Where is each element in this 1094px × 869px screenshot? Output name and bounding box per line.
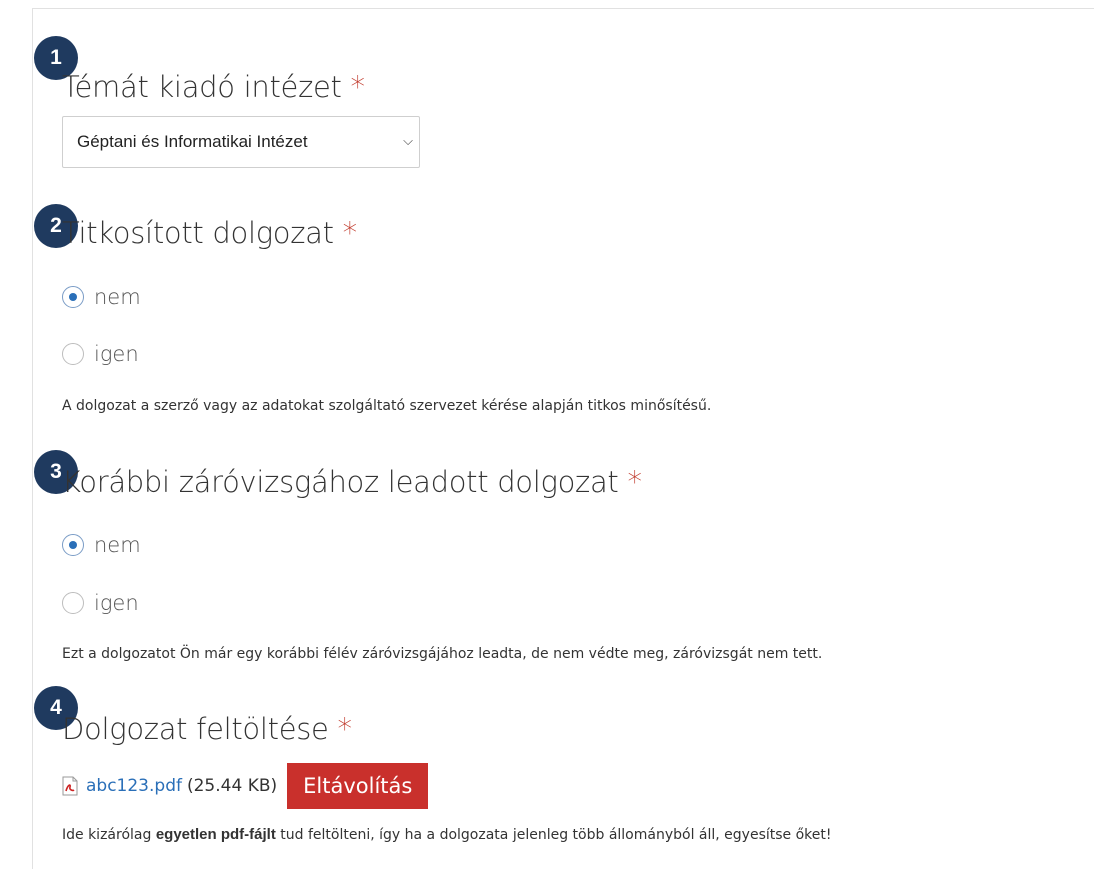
radio-label: igen (94, 591, 139, 615)
help-text-upload: Ide kizárólag egyetlen pdf-fájlt tud fel… (62, 826, 831, 843)
pdf-file-icon (62, 776, 78, 796)
required-mark: * (342, 216, 358, 250)
section-title-institute: Témát kiadó intézet * (62, 70, 365, 104)
help-text-previous-exam: Ezt a dolgozatot Ön már egy korábbi félé… (62, 646, 823, 662)
file-size: (25.44 KB) (186, 776, 278, 796)
help-text-emphasis: egyetlen pdf-fájlt (155, 826, 276, 843)
help-text-part: Ide kizárólag (62, 827, 156, 843)
section-title-text: Titkosított dolgozat (62, 216, 334, 250)
required-mark: * (350, 70, 366, 104)
section-title-text: Korábbi záróvizsgához leadott dolgozat (62, 465, 619, 499)
radio-unchecked-icon[interactable] (62, 592, 84, 614)
remove-file-button[interactable]: Eltávolítás (287, 763, 429, 809)
required-mark: * (627, 465, 642, 499)
section-title-previous-exam: Korábbi záróvizsgához leadott dolgozat * (62, 465, 642, 499)
section-title-text: Dolgozat feltöltése (62, 712, 329, 746)
radio-checked-icon[interactable] (62, 286, 84, 308)
help-text-part: tud feltölteni, így ha a dolgozata jelen… (275, 827, 832, 843)
chevron-down-icon: ⌵ (403, 133, 413, 148)
radio-unchecked-icon[interactable] (62, 343, 84, 365)
radio-confidential-nem[interactable]: nem (62, 285, 141, 309)
help-text-confidential: A dolgozat a szerző vagy az adatokat szo… (62, 398, 712, 414)
radio-checked-icon[interactable] (62, 534, 84, 556)
section-title-confidential: Titkosított dolgozat * (62, 216, 357, 250)
required-mark: * (337, 712, 353, 746)
radio-label: igen (94, 342, 139, 366)
section-title-upload: Dolgozat feltöltése * (62, 712, 352, 746)
radio-label: nem (94, 285, 141, 309)
institute-select[interactable]: Géptani és Informatikai Intézet ⌵ (62, 116, 420, 168)
radio-label: nem (94, 533, 141, 557)
section-title-text: Témát kiadó intézet (62, 70, 342, 104)
radio-previous-igen[interactable]: igen (62, 591, 139, 615)
institute-select-value: Géptani és Informatikai Intézet (77, 132, 308, 151)
radio-confidential-igen[interactable]: igen (62, 342, 139, 366)
uploaded-file-row: abc123.pdf (25.44 KB) Eltávolítás (62, 763, 429, 809)
radio-previous-nem[interactable]: nem (62, 533, 141, 557)
uploaded-file-link[interactable]: abc123.pdf (86, 776, 182, 796)
